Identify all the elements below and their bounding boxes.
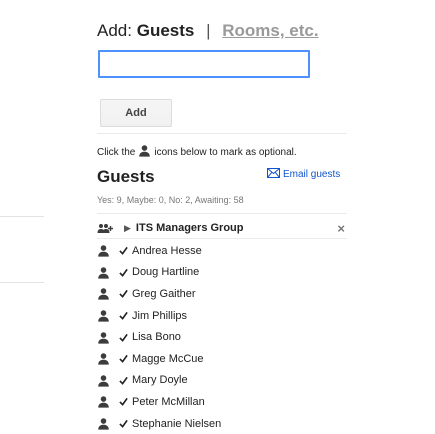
envelope-icon [267,168,280,181]
tab-guests[interactable]: Guests [137,21,195,40]
check-icon [119,419,128,428]
email-guests-link[interactable]: Email guests [267,168,340,181]
person-icon[interactable] [97,374,113,387]
guest-name: Peter McMillan [132,395,205,408]
guest-row: Mary Doyle [97,370,347,392]
check-icon [119,289,128,299]
check-icon [119,376,128,385]
optional-hint: Click the icons below to mark as optiona… [97,144,297,160]
guest-name: Stephanie Nielsen [132,417,222,430]
hint-text-before: Click the [97,146,136,158]
guest-name: Lisa Bono [132,331,181,344]
left-divider [0,282,44,283]
divider [97,133,347,134]
guest-row: Peter McMillan [97,391,347,413]
hint-text-after: icons below to mark as optional. [154,146,297,158]
left-divider [0,216,44,217]
guests-title: Guests [97,167,155,186]
tab-separator: | [206,21,211,40]
divider [97,238,347,239]
check-icon [119,311,128,320]
group-icon [97,223,115,234]
check-icon [119,397,128,407]
guest-name: Greg Gaither [132,287,196,300]
guest-name: Doug Hartline [132,266,200,279]
divider [97,213,347,214]
add-label: Add: [97,21,132,40]
rsvp-summary: Yes: 9, Maybe: 0, No: 2, Awaiting: 58 [97,195,244,205]
check-icon [119,354,128,364]
add-button[interactable]: Add [100,99,172,127]
guest-row: Jim Phillips [97,305,347,327]
chevron-right-icon[interactable]: ▶ [124,223,131,234]
check-icon [119,268,128,277]
person-icon[interactable] [97,287,113,301]
person-icon [138,144,151,160]
guest-row: Andrea Hesse [97,240,347,262]
guest-input[interactable] [98,50,310,78]
group-row[interactable]: ▶ ITS Managers Group × [97,218,347,238]
guest-row: Lisa Bono [97,326,347,348]
guest-row: Doug Hartline [97,262,347,284]
tab-rooms[interactable]: Rooms, etc. [222,21,318,40]
guest-row: Greg Gaither [97,283,347,305]
check-icon [119,333,128,342]
person-icon[interactable] [97,417,113,430]
group-name: ITS Managers Group [135,222,244,234]
guest-name: Andrea Hesse [132,244,202,257]
guest-row: Stephanie Nielsen [97,413,347,434]
person-icon[interactable] [97,395,113,409]
guest-name: Magge McCue [132,352,204,365]
check-icon [119,246,128,256]
person-icon[interactable] [97,266,113,279]
guest-list: Andrea Hesse Doug Hartline Greg Gaither Jim… [97,240,347,434]
person-icon[interactable] [97,352,113,365]
person-icon[interactable] [97,331,113,344]
add-header: Add: Guests | Rooms, etc. [97,21,319,41]
guest-name: Mary Doyle [132,374,188,387]
guest-name: Jim Phillips [132,309,188,322]
guest-row: Magge McCue [97,348,347,370]
person-icon[interactable] [97,244,113,257]
person-icon[interactable] [97,309,113,322]
remove-group-button[interactable]: × [337,221,345,236]
email-guests-label: Email guests [283,169,341,180]
